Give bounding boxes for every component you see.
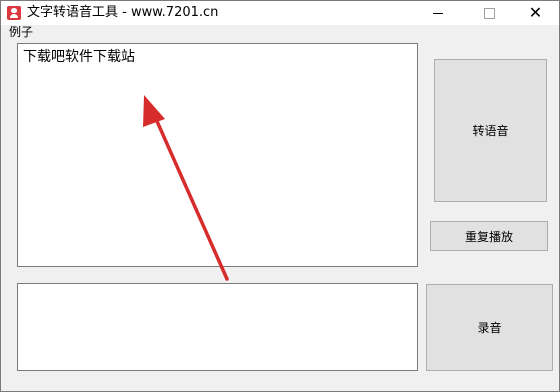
menu-bar: 例子	[1, 25, 559, 41]
window-title: 文字转语音工具 - www.7201.cn	[27, 5, 219, 20]
title-bar[interactable]: 文字转语音工具 - www.7201.cn ✕	[1, 1, 559, 25]
replay-button-label: 重复播放	[464, 229, 513, 244]
record-button-label: 录音	[477, 321, 502, 335]
minimize-button[interactable]	[415, 1, 460, 25]
text-input-area[interactable]: 下载吧软件下载站	[17, 43, 418, 267]
text-input-value: 下载吧软件下载站	[23, 49, 135, 65]
maximize-icon	[484, 7, 495, 19]
record-output-area[interactable]	[17, 283, 418, 371]
close-icon: ✕	[528, 3, 543, 22]
app-icon	[7, 6, 21, 20]
close-button[interactable]: ✕	[513, 1, 558, 25]
menu-item-examples[interactable]: 例子	[9, 25, 33, 40]
app-window: 文字转语音工具 - www.7201.cn ✕ 例子 下载吧软件下载站 转语音 …	[0, 0, 560, 392]
convert-to-speech-button[interactable]: 转语音	[434, 59, 547, 202]
convert-button-label: 转语音	[472, 124, 509, 138]
replay-button[interactable]: 重复播放	[430, 221, 548, 251]
minimize-icon	[432, 12, 443, 14]
record-button[interactable]: 录音	[426, 284, 553, 371]
maximize-button[interactable]	[467, 1, 512, 25]
